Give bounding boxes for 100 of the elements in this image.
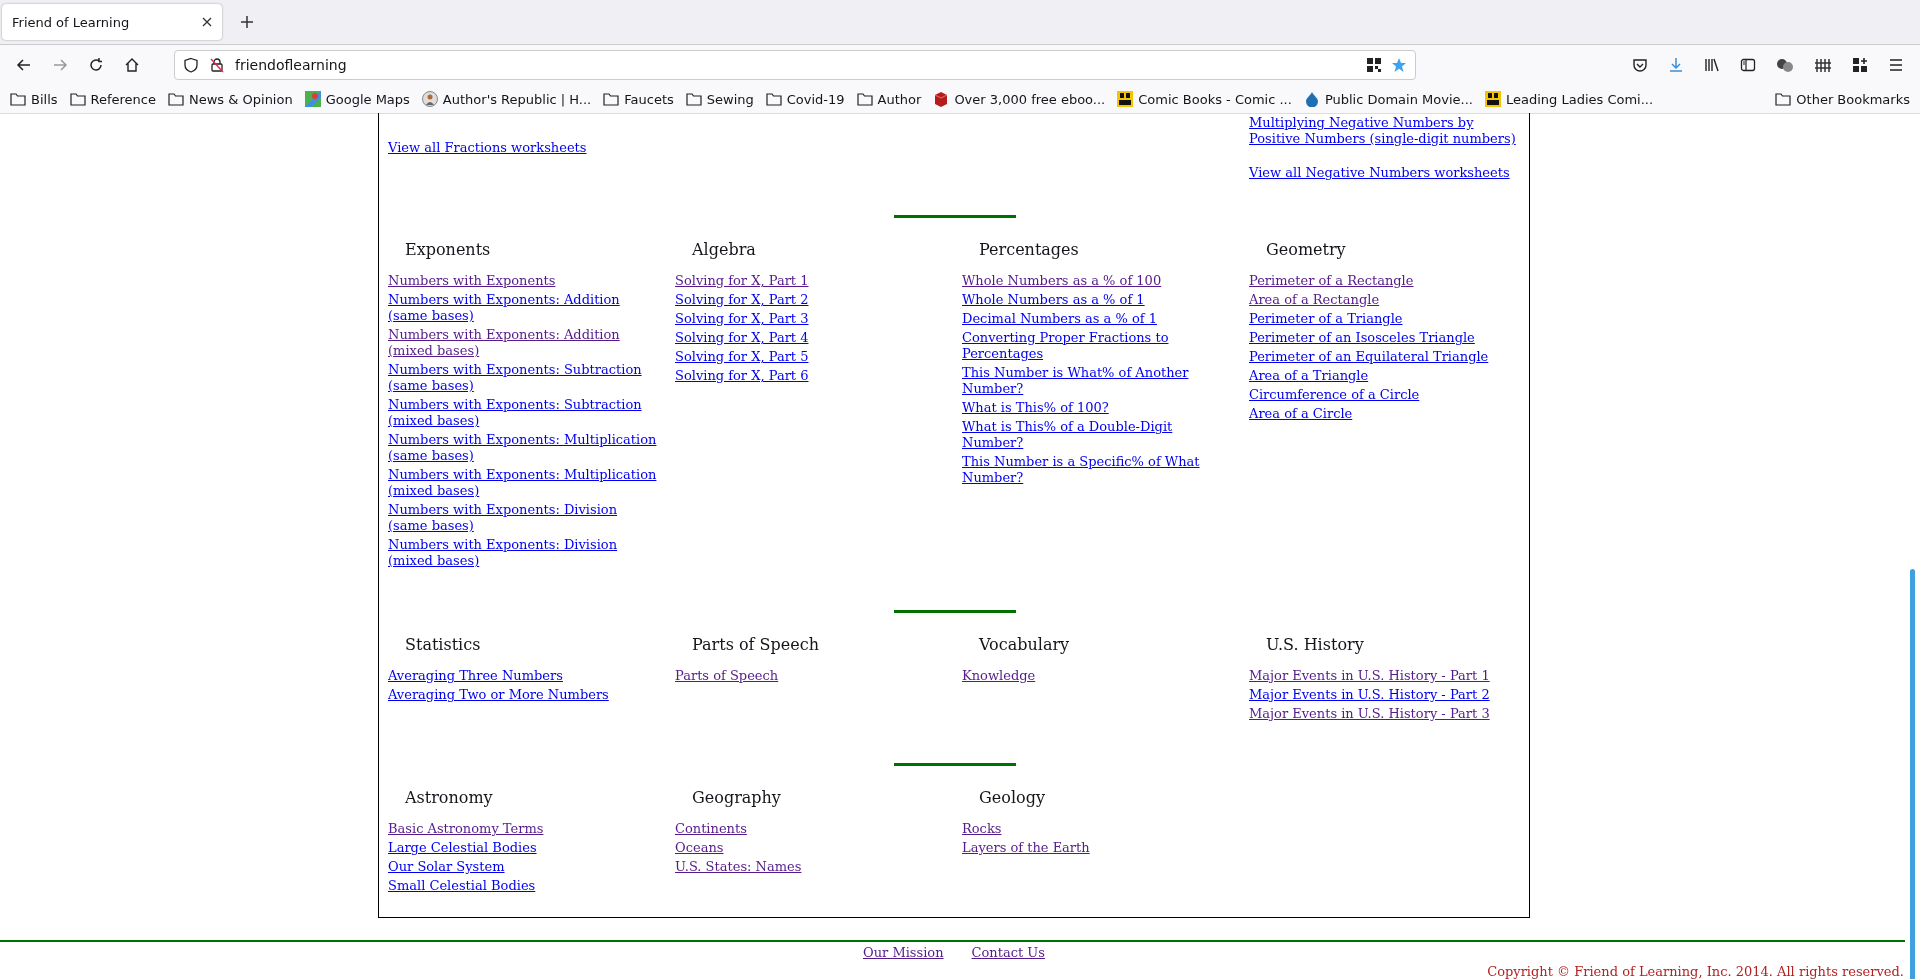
section-heading: Astronomy	[405, 788, 493, 807]
add-widget-icon[interactable]	[1852, 57, 1868, 73]
worksheet-link[interactable]: Solving for X, Part 3	[675, 311, 809, 327]
footer-link[interactable]: Contact Us	[971, 945, 1045, 961]
worksheet-link[interactable]: U.S. States: Names	[675, 859, 802, 875]
worksheet-link[interactable]: Numbers with Exponents	[388, 273, 556, 289]
worksheet-link[interactable]: Layers of the Earth	[962, 840, 1090, 856]
forward-icon[interactable]	[52, 57, 68, 73]
bookmark-item[interactable]: Bills	[10, 91, 58, 107]
worksheet-link[interactable]: Numbers with Exponents: Subtraction (mixed bases)	[388, 397, 660, 429]
worksheet-link[interactable]: Numbers with Exponents: Subtraction (same bases)	[388, 362, 660, 394]
worksheet-link[interactable]: Area of a Rectangle	[1249, 292, 1380, 308]
shield-icon[interactable]	[183, 57, 199, 73]
worksheet-link[interactable]: Whole Numbers as a % of 1	[962, 292, 1145, 308]
folder-icon	[1775, 92, 1792, 106]
close-icon[interactable]	[202, 17, 212, 27]
worksheet-link[interactable]: This Number is What% of Another Number?	[962, 365, 1234, 397]
scrollbar-thumb[interactable]	[1910, 569, 1915, 979]
folder-icon	[69, 92, 86, 106]
worksheet-link[interactable]: Perimeter of an Isosceles Triangle	[1249, 330, 1475, 346]
worksheet-link[interactable]: Area of a Triangle	[1249, 368, 1369, 384]
worksheet-link[interactable]: Numbers with Exponents: Multiplication (same bases)	[388, 432, 660, 464]
worksheet-link[interactable]: Numbers with Exponents: Multiplication (mixed bases)	[388, 467, 660, 499]
extension-ball-icon[interactable]	[1776, 57, 1794, 73]
bookmark-item[interactable]: Public Domain Movie...	[1303, 91, 1473, 107]
worksheet-link[interactable]: Area of a Circle	[1249, 406, 1353, 422]
folder-icon	[765, 92, 782, 106]
worksheet-link[interactable]: View all Negative Numbers worksheets	[1249, 165, 1510, 181]
bookmark-item[interactable]: Over 3,000 free eboo...	[933, 91, 1106, 107]
bookmark-item[interactable]: Sewing	[685, 91, 754, 107]
download-icon[interactable]	[1668, 57, 1684, 73]
worksheet-link[interactable]: Our Solar System	[388, 859, 505, 875]
worksheet-link[interactable]: Decimal Numbers as a % of 1	[962, 311, 1157, 327]
worksheet-link[interactable]: Numbers with Exponents: Division (same bases)	[388, 502, 660, 534]
bookmark-item[interactable]: Comic Books - Comic ...	[1117, 91, 1292, 107]
bookmark-item[interactable]: Google Maps	[304, 91, 410, 107]
worksheet-link[interactable]: Rocks	[962, 821, 1002, 837]
reload-icon[interactable]	[88, 57, 104, 73]
worksheet-link[interactable]: Basic Astronomy Terms	[388, 821, 544, 837]
worksheet-link[interactable]: Solving for X, Part 5	[675, 349, 809, 365]
worksheet-link[interactable]: Averaging Three Numbers	[388, 668, 563, 684]
qr-code-icon[interactable]	[1367, 58, 1381, 72]
pocket-icon[interactable]	[1632, 57, 1648, 73]
footer-link[interactable]: Our Mission	[863, 945, 944, 961]
worksheet-link[interactable]: Solving for X, Part 2	[675, 292, 809, 308]
worksheet-link[interactable]: Solving for X, Part 1	[675, 273, 809, 289]
worksheet-link[interactable]: Small Celestial Bodies	[388, 878, 536, 894]
map-pin-icon	[304, 91, 321, 107]
bookmark-item[interactable]: News & Opinion	[168, 91, 293, 107]
worksheet-link[interactable]: Major Events in U.S. History - Part 3	[1249, 706, 1490, 722]
worksheet-link[interactable]: Major Events in U.S. History - Part 1	[1249, 668, 1490, 684]
section-heading: Geography	[692, 788, 781, 807]
copyright-text: Copyright © Friend of Learning, Inc. 2014. All rights reserved.	[1487, 964, 1904, 979]
worksheet-link[interactable]: Whole Numbers as a % of 100	[962, 273, 1162, 289]
address-bar[interactable]: friendoflearning	[174, 50, 1416, 80]
worksheet-link[interactable]: View all Fractions worksheets	[388, 140, 587, 156]
back-icon[interactable]	[16, 57, 32, 73]
comic-badge-icon	[1484, 91, 1501, 107]
fence-icon[interactable]	[1814, 57, 1832, 73]
worksheet-link[interactable]: Knowledge	[962, 668, 1036, 684]
worksheet-link[interactable]: Perimeter of an Equilateral Triangle	[1249, 349, 1489, 365]
worksheet-link[interactable]: Solving for X, Part 4	[675, 330, 809, 346]
worksheet-link[interactable]: Converting Proper Fractions to Percentages	[962, 330, 1234, 362]
worksheet-link[interactable]: Circumference of a Circle	[1249, 387, 1420, 403]
folder-icon	[603, 92, 620, 106]
browser-tab[interactable]: Friend of Learning	[2, 4, 222, 40]
worksheet-link[interactable]: Averaging Two or More Numbers	[388, 687, 609, 703]
worksheet-link[interactable]: Parts of Speech	[675, 668, 779, 684]
bookmark-star-icon[interactable]	[1391, 57, 1407, 73]
section-heading: Statistics	[405, 635, 481, 654]
folder-icon	[685, 92, 702, 106]
worksheet-link[interactable]: This Number is a Specific% of What Number?	[962, 454, 1234, 486]
bookmark-item[interactable]: Leading Ladies Comi...	[1484, 91, 1654, 107]
worksheet-link[interactable]: Numbers with Exponents: Addition (same bases)	[388, 292, 660, 324]
worksheet-link[interactable]: Numbers with Exponents: Division (mixed bases)	[388, 537, 660, 569]
library-icon[interactable]	[1704, 57, 1720, 73]
other-bookmarks[interactable]: Other Bookmarks	[1775, 91, 1910, 107]
bookmark-item[interactable]: Author's Republic | H...	[421, 91, 592, 107]
worksheet-link[interactable]: Numbers with Exponents: Addition (mixed bases)	[388, 327, 660, 359]
section-heading: Geology	[979, 788, 1045, 807]
bookmark-item[interactable]: Reference	[69, 91, 156, 107]
worksheet-link[interactable]: What is This% of a Double-Digit Number?	[962, 419, 1234, 451]
worksheet-link[interactable]: Perimeter of a Triangle	[1249, 311, 1403, 327]
worksheet-link[interactable]: Solving for X, Part 6	[675, 368, 809, 384]
worksheet-link[interactable]: What is This% of 100?	[962, 400, 1109, 416]
menu-icon[interactable]	[1888, 57, 1904, 73]
bookmark-item[interactable]: Author	[856, 91, 922, 107]
insecure-lock-icon[interactable]	[209, 57, 225, 73]
worksheet-link[interactable]: Multiplying Negative Numbers by Positive Numbers (single-digit numbers)	[1249, 115, 1521, 147]
worksheet-link[interactable]: Major Events in U.S. History - Part 2	[1249, 687, 1490, 703]
worksheet-link[interactable]: Continents	[675, 821, 747, 837]
worksheet-link[interactable]: Oceans	[675, 840, 724, 856]
new-tab-icon[interactable]	[240, 15, 254, 29]
bookmark-item[interactable]: Faucets	[603, 91, 674, 107]
sidebar-icon[interactable]	[1740, 57, 1756, 73]
worksheet-link[interactable]: Perimeter of a Rectangle	[1249, 273, 1414, 289]
folder-icon	[856, 92, 873, 106]
bookmark-item[interactable]: Covid-19	[765, 91, 845, 107]
worksheet-link[interactable]: Large Celestial Bodies	[388, 840, 537, 856]
home-icon[interactable]	[124, 57, 140, 73]
